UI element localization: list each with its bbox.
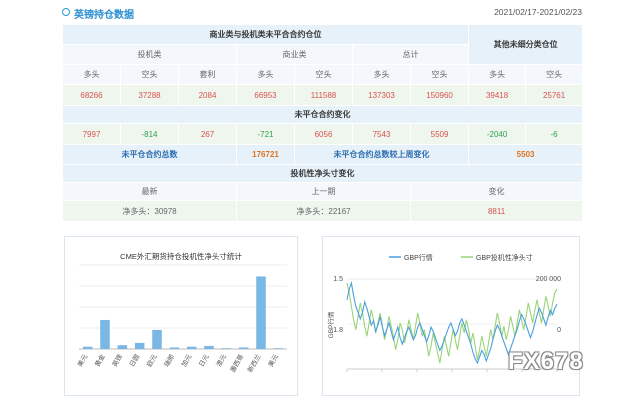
col-label: 多头 [352,64,411,85]
category-label: 澳元 [214,352,229,368]
position-value: 150960 [409,84,470,106]
change-value: 267 [178,123,237,145]
col-label: 空头 [409,64,470,85]
col-label: 套利 [178,64,237,85]
spec-latest-value: 净多头：30978 [62,200,237,222]
category-label: 美元 [266,352,281,368]
change-value: 6056 [294,123,353,145]
category-label: 加元 [179,352,194,368]
section-title-other: 其他未细分类仓位 [468,24,584,65]
spec-previous-value: 净多头：22167 [236,200,411,222]
bar [117,345,128,349]
oi-change-label: 未平仓合约总数较上周变化 [293,144,470,165]
col-label: 多头 [62,64,121,85]
cme-net-position-panel: CME外汇期货持仓投机性净头寸统计 美元 黄金 英镑 日圆 欧元 瑞郎 加元 日元 澳元 墨西哥新… [64,236,298,396]
page-title: 英镑持仓数据 [74,10,134,21]
watermark-logo: FX678 [508,348,584,375]
bar [256,276,266,349]
col-label: 多头 [236,64,295,85]
change-value: 7543 [352,123,411,145]
section-title-spec-net: 投机性净头寸变化 [61,164,584,183]
col-label: 空头 [294,64,353,85]
position-value: 68266 [62,84,121,106]
bar [169,347,180,349]
change-value: -721 [236,123,295,145]
positions-table: 商业类与投机类未平合合约仓位 其他未细分类仓位 投机类 商业类 总计 多头 空头… [61,24,584,222]
bar [134,342,145,349]
change-value: -2040 [468,123,527,145]
bar-chart: 美元 黄金 英镑 日圆 欧元 瑞郎 加元 日元 澳元 墨西哥 新西兰 美元 [75,264,287,374]
bar [100,319,110,349]
category-label: 新西兰 [245,352,263,374]
category-label: 黄金 [92,352,107,368]
oi-total-label: 未平仓合约总数 [62,144,237,165]
category-label: 墨西哥 [229,353,246,374]
change-value: -814 [120,123,179,145]
col-label: 空头 [525,64,584,85]
bar [204,345,214,349]
spec-col-change: 变化 [409,182,584,201]
section-title-oi-change: 未平仓合约变化 [61,105,584,124]
col-label: 多头 [468,64,527,85]
page-header: 英镑持仓数据 2021/02/17-2021/02/23 [62,4,582,22]
position-value: 2084 [178,84,237,106]
spec-col-latest: 最新 [62,182,237,201]
position-value: 25761 [525,84,584,106]
right-tick-label: 0 [557,327,561,334]
bar [186,346,197,349]
oi-change-value: 5503 [468,144,584,165]
category-label: 美元 [75,352,90,368]
group-total: 总计 [351,44,470,65]
change-value: 7997 [62,123,121,145]
bar [82,346,93,349]
position-value: 137303 [352,84,411,106]
oi-total-value: 176721 [236,144,295,165]
legend-label: GBP投机性净头寸 [476,253,533,262]
group-speculative: 投机类 [62,44,237,65]
change-value: -6 [525,123,584,145]
date-range: 2021/02/17-2021/02/23 [494,7,582,17]
category-label: 欧元 [144,352,159,368]
section-title-positions: 商业类与投机类未平合合约仓位 [61,24,470,45]
bar [221,348,232,349]
left-tick-label: 1.5 [333,276,343,283]
bar [273,348,284,349]
spec-change-value: 8811 [409,200,584,222]
spec-col-previous: 上一期 [236,182,411,201]
circle-icon [62,8,70,16]
change-value: 5509 [409,123,470,145]
bar [238,347,249,349]
right-tick-label: 200 000 [536,276,561,283]
position-value: 37288 [120,84,179,106]
category-label: 英镑 [110,352,125,368]
position-value: 39418 [468,84,527,106]
position-value: 66953 [236,84,295,106]
bar [152,329,162,349]
category-label: 日元 [197,353,211,369]
category-label: 瑞郎 [162,352,177,368]
y-axis-label: GBP行情 [326,311,335,338]
col-label: 空头 [120,64,179,85]
position-value: 111588 [294,84,353,106]
legend-label: GBP行情 [404,253,433,262]
group-commercial: 商业类 [236,44,353,65]
category-label: 日圆 [128,353,141,368]
